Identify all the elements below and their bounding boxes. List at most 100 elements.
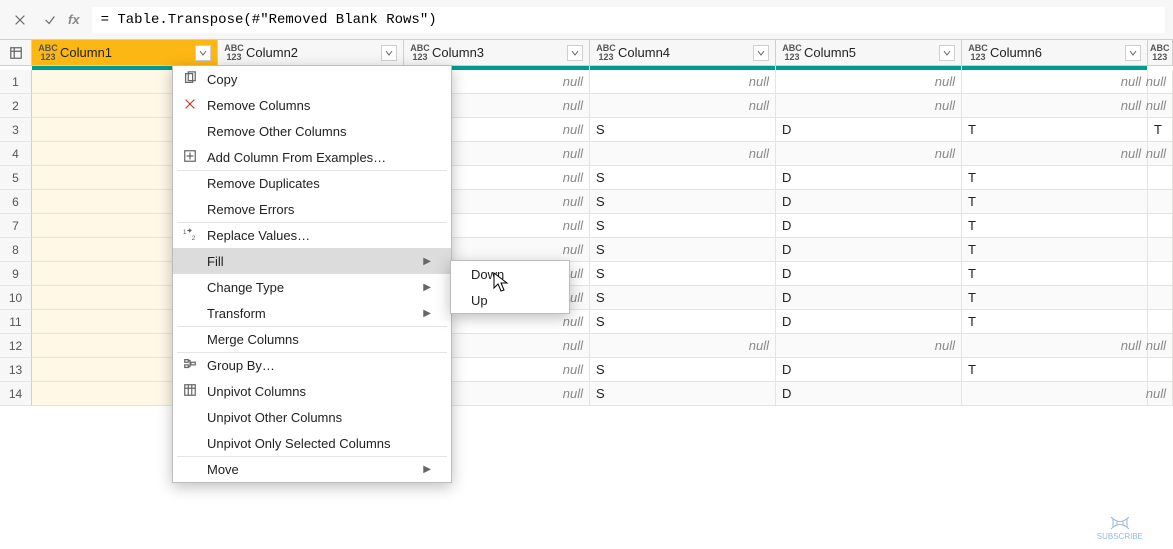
- row-number[interactable]: 4: [0, 142, 32, 166]
- menu-item-remove-columns[interactable]: Remove Columns: [173, 92, 451, 118]
- cell[interactable]: S: [590, 286, 776, 310]
- row-number[interactable]: 14: [0, 382, 32, 406]
- cell[interactable]: T: [962, 286, 1148, 310]
- menu-item-copy[interactable]: Copy: [173, 66, 451, 92]
- fill-submenu[interactable]: DownUp: [450, 260, 570, 314]
- menu-item-remove-duplicates[interactable]: Remove Duplicates: [173, 170, 451, 196]
- cell[interactable]: T: [962, 118, 1148, 142]
- cell[interactable]: [1148, 262, 1173, 286]
- formula-cancel-button[interactable]: [8, 8, 32, 32]
- cell[interactable]: null: [590, 94, 776, 118]
- cell[interactable]: [1148, 190, 1173, 214]
- cell[interactable]: T: [962, 310, 1148, 334]
- cell[interactable]: D: [776, 166, 962, 190]
- cell[interactable]: S: [590, 382, 776, 406]
- row-number[interactable]: 11: [0, 310, 32, 334]
- cell[interactable]: T: [962, 190, 1148, 214]
- menu-item-merge-columns[interactable]: Merge Columns: [173, 326, 451, 352]
- submenu-item-down[interactable]: Down: [451, 261, 569, 287]
- cell[interactable]: [1148, 310, 1173, 334]
- cell[interactable]: null: [1148, 94, 1173, 118]
- cell[interactable]: [1148, 286, 1173, 310]
- column-filter-button[interactable]: [195, 45, 211, 61]
- formula-input[interactable]: [92, 7, 1165, 33]
- submenu-item-up[interactable]: Up: [451, 287, 569, 313]
- cell[interactable]: S: [590, 190, 776, 214]
- cell[interactable]: S: [590, 262, 776, 286]
- cell[interactable]: T: [962, 214, 1148, 238]
- cell[interactable]: [962, 382, 1148, 406]
- menu-item-unpivot-columns[interactable]: Unpivot Columns: [173, 378, 451, 404]
- formula-commit-button[interactable]: [38, 8, 62, 32]
- menu-item-replace-values[interactable]: 12Replace Values…: [173, 222, 451, 248]
- column-header-4[interactable]: ABC123Column4: [590, 40, 776, 65]
- column-header-7[interactable]: ABC123: [1148, 40, 1173, 65]
- cell[interactable]: null: [1148, 142, 1173, 166]
- menu-item-remove-other-columns[interactable]: Remove Other Columns: [173, 118, 451, 144]
- menu-item-unpivot-only-selected-columns[interactable]: Unpivot Only Selected Columns: [173, 430, 451, 456]
- cell[interactable]: D: [776, 214, 962, 238]
- cell[interactable]: S: [590, 310, 776, 334]
- cell[interactable]: T: [1148, 118, 1173, 142]
- cell[interactable]: null: [962, 142, 1148, 166]
- cell[interactable]: [1148, 214, 1173, 238]
- cell[interactable]: null: [590, 70, 776, 94]
- column-filter-button[interactable]: [753, 45, 769, 61]
- column-header-6[interactable]: ABC123Column6: [962, 40, 1148, 65]
- row-number[interactable]: 12: [0, 334, 32, 358]
- column-filter-button[interactable]: [939, 45, 955, 61]
- cell[interactable]: D: [776, 118, 962, 142]
- cell[interactable]: T: [962, 262, 1148, 286]
- cell[interactable]: null: [962, 70, 1148, 94]
- cell[interactable]: S: [590, 358, 776, 382]
- menu-item-fill[interactable]: Fill▶: [173, 248, 451, 274]
- menu-item-unpivot-other-columns[interactable]: Unpivot Other Columns: [173, 404, 451, 430]
- row-number[interactable]: 6: [0, 190, 32, 214]
- row-number[interactable]: 5: [0, 166, 32, 190]
- column-header-2[interactable]: ABC123Column2: [218, 40, 404, 65]
- cell[interactable]: T: [962, 166, 1148, 190]
- row-number[interactable]: 13: [0, 358, 32, 382]
- cell[interactable]: D: [776, 310, 962, 334]
- row-number[interactable]: 10: [0, 286, 32, 310]
- cell[interactable]: null: [776, 94, 962, 118]
- cell[interactable]: T: [962, 358, 1148, 382]
- cell[interactable]: [1148, 166, 1173, 190]
- cell[interactable]: T: [962, 238, 1148, 262]
- menu-item-change-type[interactable]: Change Type▶: [173, 274, 451, 300]
- cell[interactable]: S: [590, 166, 776, 190]
- row-number[interactable]: 2: [0, 94, 32, 118]
- cell[interactable]: S: [590, 118, 776, 142]
- column-filter-button[interactable]: [1125, 45, 1141, 61]
- cell[interactable]: D: [776, 286, 962, 310]
- column-header-1[interactable]: ABC123Column1: [32, 40, 218, 65]
- row-number[interactable]: 9: [0, 262, 32, 286]
- column-context-menu[interactable]: CopyRemove ColumnsRemove Other ColumnsAd…: [172, 65, 452, 483]
- cell[interactable]: null: [776, 334, 962, 358]
- column-filter-button[interactable]: [381, 45, 397, 61]
- cell[interactable]: null: [1148, 382, 1173, 406]
- row-number[interactable]: 1: [0, 70, 32, 94]
- cell[interactable]: S: [590, 214, 776, 238]
- column-filter-button[interactable]: [567, 45, 583, 61]
- column-header-5[interactable]: ABC123Column5: [776, 40, 962, 65]
- menu-item-group-by[interactable]: Group By…: [173, 352, 451, 378]
- cell[interactable]: null: [962, 334, 1148, 358]
- cell[interactable]: null: [776, 142, 962, 166]
- cell[interactable]: S: [590, 238, 776, 262]
- cell[interactable]: D: [776, 358, 962, 382]
- menu-item-add-column-from-examples[interactable]: Add Column From Examples…: [173, 144, 451, 170]
- row-number[interactable]: 8: [0, 238, 32, 262]
- cell[interactable]: null: [962, 94, 1148, 118]
- cell[interactable]: D: [776, 190, 962, 214]
- cell[interactable]: D: [776, 262, 962, 286]
- cell[interactable]: D: [776, 238, 962, 262]
- cell[interactable]: null: [590, 334, 776, 358]
- cell[interactable]: null: [1148, 334, 1173, 358]
- menu-item-move[interactable]: Move▶: [173, 456, 451, 482]
- row-number[interactable]: 7: [0, 214, 32, 238]
- menu-item-remove-errors[interactable]: Remove Errors: [173, 196, 451, 222]
- cell[interactable]: D: [776, 382, 962, 406]
- table-corner-button[interactable]: [0, 40, 32, 65]
- row-number[interactable]: 3: [0, 118, 32, 142]
